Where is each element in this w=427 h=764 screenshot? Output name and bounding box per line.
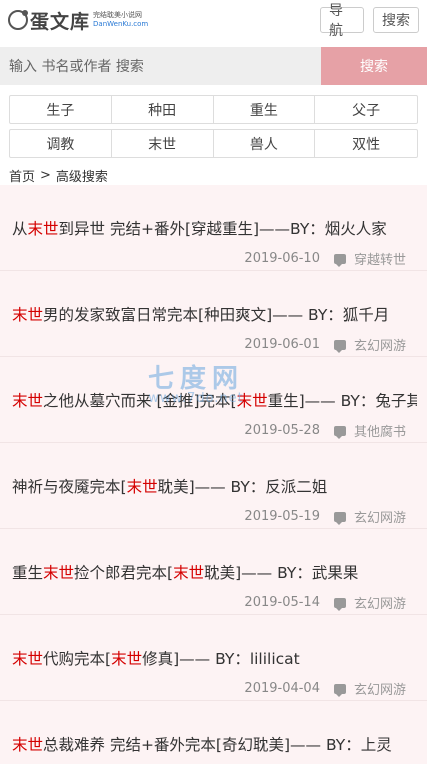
title-text: 耽美]—— BY：武果果	[204, 564, 359, 582]
title-text: 重生]—— BY：兔子其	[267, 392, 417, 410]
book-title-link[interactable]: 末世之他从墓穴而来 [金推]完本[末世重生]—— BY：兔子其	[12, 389, 417, 411]
book-title-link[interactable]: 末世代购完本[末世修真]—— BY：lililicat	[12, 647, 417, 669]
title-text: 捡个郎君完本[	[74, 564, 174, 582]
title-text: 重生	[12, 564, 44, 582]
title-text: 代购完本[	[43, 650, 112, 668]
comment-icon	[333, 339, 346, 353]
keyword-highlight: 末世	[12, 306, 44, 324]
comment-icon	[333, 597, 346, 611]
category-link[interactable]: 玄幻网游	[354, 593, 406, 612]
list-item[interactable]: 神祈与夜魇完本[末世耽美]—— BY：反派二姐 2019-05-19 玄幻网游	[0, 443, 427, 529]
book-title-link[interactable]: 末世总裁难养 完结+番外完本[奇幻耽美]—— BY：上灵	[12, 733, 417, 755]
tag-moshi[interactable]: 末世	[112, 130, 214, 157]
header: 蛋文库 完结耽美小说网 DanWenKu.com 导航 搜索	[0, 0, 427, 40]
list-item[interactable]: 末世男的发家致富日常完本[种田爽文]—— BY：狐千月 2019-06-01 玄幻网…	[0, 271, 427, 357]
title-text: 修真]—— BY：lililicat	[142, 650, 300, 668]
title-text: 之他从墓穴而来 [金推]完本[	[43, 392, 237, 410]
comment-icon	[333, 425, 346, 439]
tag-filter: 生子 种田 重生 父子 调教 末世 兽人 双性	[0, 85, 427, 158]
search-input[interactable]: 输入 书名或作者 搜索	[0, 47, 321, 85]
tag-row: 生子 种田 重生 父子	[9, 95, 418, 124]
category-link[interactable]: 其他腐书	[354, 421, 406, 440]
item-meta: 2019-05-28 其他腐书	[244, 421, 406, 440]
keyword-highlight: 末世	[236, 392, 268, 410]
nav-button[interactable]: 导航	[320, 3, 364, 39]
comment-icon	[333, 253, 346, 267]
tag-chongsheng[interactable]: 重生	[214, 96, 316, 123]
publish-date: 2019-06-10	[244, 251, 320, 266]
tag-shouren[interactable]: 兽人	[214, 130, 316, 157]
list-item[interactable]: 重生末世捡个郎君完本[末世耽美]—— BY：武果果 2019-05-14 玄幻网游	[0, 529, 427, 615]
logo-text: 蛋文库	[30, 10, 91, 33]
keyword-highlight: 末世	[43, 564, 75, 582]
item-meta: 2019-04-04 玄幻网游	[244, 679, 406, 698]
book-title-link[interactable]: 从末世到异世 完结+番外[穿越重生]——BY：烟火人家	[12, 217, 417, 239]
category-link[interactable]: 玄幻网游	[354, 335, 406, 354]
search-submit-button[interactable]: 搜索	[321, 47, 427, 85]
header-search-button[interactable]: 搜索	[373, 7, 419, 33]
logo-tagline: 完结耽美小说网	[93, 11, 143, 19]
book-title-link[interactable]: 神祈与夜魇完本[末世耽美]—— BY：反派二姐	[12, 475, 417, 497]
category-link[interactable]: 玄幻网游	[354, 679, 406, 698]
list-item[interactable]: 从末世到异世 完结+番外[穿越重生]——BY：烟火人家 2019-06-10 穿越转…	[0, 185, 427, 271]
category-link[interactable]: 玄幻网游	[354, 507, 406, 526]
item-meta: 2019-06-10 穿越转世	[244, 249, 406, 268]
tag-tiaojiao[interactable]: 调教	[10, 130, 112, 157]
breadcrumb: 首页 > 高级搜索	[0, 163, 427, 185]
title-text: 神祈与夜魇完本[	[12, 478, 127, 496]
list-item[interactable]: 末世之他从墓穴而来 [金推]完本[末世重生]—— BY：兔子其 2019-05-2…	[0, 357, 427, 443]
keyword-highlight: 末世	[12, 650, 44, 668]
title-text: 总裁难养 完结+番外完本[奇幻耽美]—— BY：上灵	[43, 736, 392, 754]
comment-icon	[333, 511, 346, 525]
tag-shuangxing[interactable]: 双性	[315, 130, 417, 157]
tag-zhongtian[interactable]: 种田	[112, 96, 214, 123]
list-item[interactable]: 末世代购完本[末世修真]—— BY：lililicat 2019-04-04 玄幻网…	[0, 615, 427, 701]
keyword-highlight: 末世	[12, 736, 44, 754]
tag-shengzi[interactable]: 生子	[10, 96, 112, 123]
keyword-highlight: 末世	[12, 392, 44, 410]
keyword-highlight: 末世	[27, 220, 59, 238]
keyword-highlight: 末世	[126, 478, 158, 496]
result-list: 从末世到异世 完结+番外[穿越重生]——BY：烟火人家 2019-06-10 穿越转…	[0, 185, 427, 764]
keyword-highlight: 末世	[173, 564, 205, 582]
tag-row: 调教 末世 兽人 双性	[9, 129, 418, 158]
category-link[interactable]: 穿越转世	[354, 249, 406, 268]
publish-date: 2019-06-01	[244, 337, 320, 352]
comment-icon	[333, 683, 346, 697]
title-text: 到异世 完结+番外[穿越重生]——BY：烟火人家	[58, 220, 387, 238]
publish-date: 2019-04-04	[244, 681, 320, 696]
item-meta: 2019-06-01 玄幻网游	[244, 335, 406, 354]
book-title-link[interactable]: 重生末世捡个郎君完本[末世耽美]—— BY：武果果	[12, 561, 417, 583]
keyword-highlight: 末世	[111, 650, 143, 668]
publish-date: 2019-05-19	[244, 509, 320, 524]
site-logo[interactable]: 蛋文库 完结耽美小说网 DanWenKu.com	[8, 7, 148, 34]
breadcrumb-home[interactable]: 首页	[9, 166, 35, 185]
title-text: 从	[12, 220, 28, 238]
logo-domain: DanWenKu.com	[93, 20, 149, 28]
item-meta: 2019-05-19 玄幻网游	[244, 507, 406, 526]
book-title-link[interactable]: 末世男的发家致富日常完本[种田爽文]—— BY：狐千月	[12, 303, 417, 325]
item-meta: 2019-05-14 玄幻网游	[244, 593, 406, 612]
list-item[interactable]: 末世总裁难养 完结+番外完本[奇幻耽美]—— BY：上灵2019-03-30其他…	[0, 701, 427, 764]
publish-date: 2019-05-14	[244, 595, 320, 610]
title-text: 耽美]—— BY：反派二姐	[157, 478, 328, 496]
search-bar: 输入 书名或作者 搜索 搜索	[0, 47, 427, 85]
logo-icon	[8, 10, 28, 30]
publish-date: 2019-05-28	[244, 423, 320, 438]
title-text: 男的发家致富日常完本[种田爽文]—— BY：狐千月	[43, 306, 390, 324]
breadcrumb-separator: >	[40, 168, 51, 183]
logo-subtitle: 完结耽美小说网 DanWenKu.com	[93, 11, 148, 29]
breadcrumb-current: 高级搜索	[55, 170, 108, 185]
tag-fuzi[interactable]: 父子	[315, 96, 417, 123]
